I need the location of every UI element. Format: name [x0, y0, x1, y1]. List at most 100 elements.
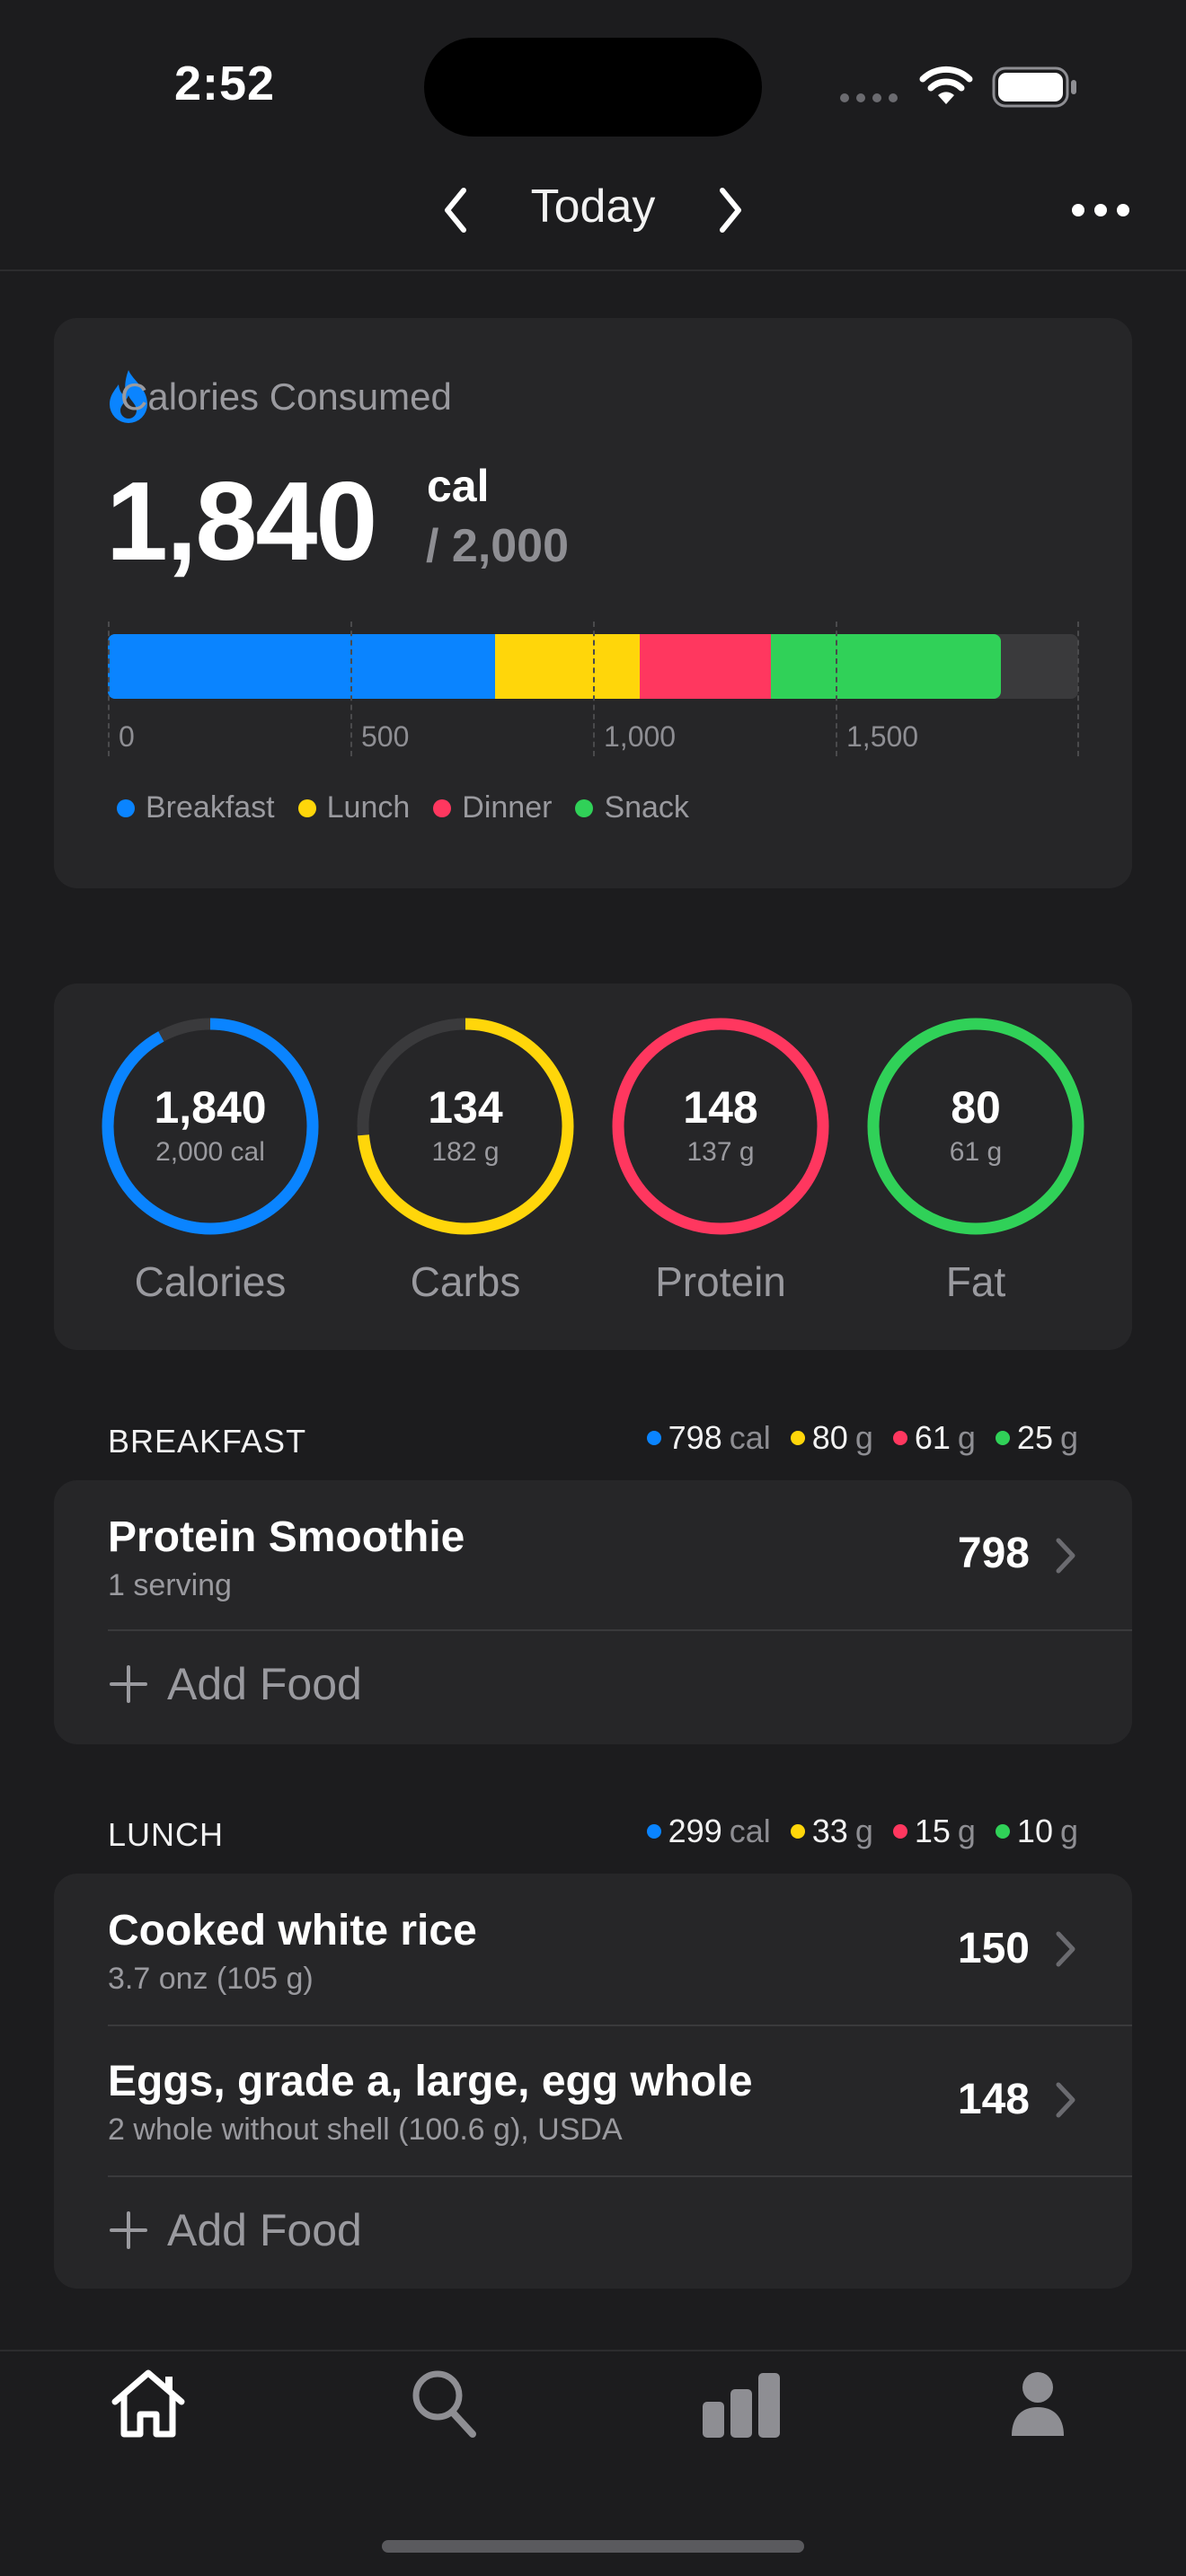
stat-dot [646, 1431, 661, 1445]
legend-label: Snack [604, 790, 689, 825]
legend-item-dinner: Dinner [433, 790, 552, 825]
legend-label: Dinner [462, 790, 553, 825]
stat-dot [892, 1431, 907, 1445]
dynamic-island [424, 38, 762, 137]
legend-dot [297, 798, 316, 817]
stat-unit: g [854, 1813, 873, 1849]
protein-ring[interactable]: 148 137 g [611, 1017, 830, 1236]
ring-goal: 2,000 cal [155, 1137, 265, 1167]
lunch-stats: 299 cal 33 g 15 g 10 g [646, 1813, 1078, 1850]
tick-line [108, 622, 110, 756]
ring-value: 1,840 [154, 1082, 267, 1133]
add-food-label: Add Food [167, 1659, 362, 1709]
stat-value: 798 [668, 1419, 722, 1456]
ring-value: 134 [428, 1082, 503, 1133]
breakfast-section-title: BREAKFAST [108, 1423, 307, 1460]
battery-icon [992, 66, 1076, 108]
calories-card-title: Calories Consumed [120, 375, 452, 418]
stat-dot [646, 1824, 661, 1839]
row-divider [108, 1629, 1132, 1631]
tick-label: 1,000 [604, 720, 677, 753]
stat-dot [995, 1431, 1010, 1445]
meal-legend: Breakfast Lunch Dinner Snack [117, 790, 689, 825]
stat-calories: 798 cal [646, 1419, 771, 1457]
ring-value: 80 [951, 1082, 1001, 1133]
stat-unit: cal [729, 1813, 771, 1849]
tick-label: 500 [361, 720, 410, 753]
legend-label: Lunch [326, 790, 411, 825]
food-calories: 148 [957, 2076, 1030, 2123]
search-icon[interactable] [410, 2368, 478, 2439]
calories-unit: cal [427, 461, 490, 511]
stat-unit: cal [729, 1419, 771, 1456]
stats-icon[interactable] [701, 2371, 782, 2439]
calories-goal: / 2,000 [426, 520, 570, 572]
food-serving: 1 serving [108, 1568, 232, 1602]
stat-value: 80 [811, 1419, 848, 1456]
food-calories: 798 [957, 1530, 1030, 1577]
tick-label: 0 [119, 720, 135, 753]
ring-goal: 61 g [949, 1137, 1003, 1167]
stat-unit: g [957, 1813, 976, 1849]
ring-label-calories: Calories [134, 1258, 287, 1305]
food-row-cooked-white-rice[interactable]: Cooked white rice 3.7 onz (105 g) 150 [54, 1874, 1132, 2025]
page-title: Today [530, 181, 656, 233]
home-icon[interactable] [108, 2368, 189, 2439]
food-row-eggs[interactable]: Eggs, grade a, large, egg whole 2 whole … [54, 2026, 1132, 2175]
stat-value: 15 [914, 1813, 951, 1849]
breakfast-add-food-button[interactable]: Add Food [108, 1658, 362, 1710]
stat-value: 25 [1016, 1419, 1053, 1456]
nav-divider [0, 269, 1186, 271]
ring-goal: 182 g [431, 1137, 500, 1167]
bar-segment-snack [770, 634, 1001, 699]
carbs-ring[interactable]: 134 182 g [356, 1017, 575, 1236]
next-day-button[interactable] [712, 185, 748, 235]
food-row-protein-smoothie[interactable]: Protein Smoothie 1 serving 798 [54, 1480, 1132, 1629]
status-time: 2:52 [173, 57, 276, 110]
stat-carbs: 33 g [790, 1813, 873, 1850]
fat-ring[interactable]: 80 61 g [866, 1017, 1085, 1236]
home-indicator [382, 2540, 804, 2553]
more-options-icon[interactable] [1069, 199, 1132, 221]
chevron-right-icon [1056, 2082, 1075, 2118]
ring-label-fat: Fat [945, 1258, 1006, 1305]
cellular-signal-icon [840, 93, 898, 102]
previous-day-button[interactable] [438, 185, 474, 235]
stat-value: 33 [811, 1813, 848, 1849]
plus-icon [110, 1665, 147, 1703]
tick-label: 1,500 [846, 720, 919, 753]
lunch-add-food-button[interactable]: Add Food [108, 2204, 362, 2256]
tick-line [836, 622, 837, 756]
stat-dot [892, 1824, 907, 1839]
bar-segment-dinner [640, 634, 771, 699]
calories-ring[interactable]: 1,840 2,000 cal [101, 1017, 320, 1236]
lunch-section-title: LUNCH [108, 1816, 225, 1853]
legend-dot [575, 798, 594, 817]
ring-label-carbs: Carbs [410, 1258, 521, 1305]
stat-unit: g [957, 1419, 976, 1456]
legend-dot [433, 798, 452, 817]
tick-line [350, 622, 352, 756]
row-divider [108, 2175, 1132, 2177]
bar-segment-breakfast [108, 634, 495, 699]
stat-carbs: 80 g [790, 1419, 873, 1457]
chevron-right-icon [1056, 1538, 1075, 1574]
stat-fat: 10 g [995, 1813, 1078, 1850]
stat-dot [995, 1824, 1010, 1839]
stat-value: 10 [1016, 1813, 1053, 1849]
food-serving: 3.7 onz (105 g) [108, 1962, 314, 1996]
bar-segment-lunch [494, 634, 641, 699]
calories-consumed-value: 1,840 [106, 460, 377, 584]
ring-goal: 137 g [686, 1137, 755, 1167]
chevron-right-icon [1056, 1931, 1075, 1967]
stat-unit: g [854, 1419, 873, 1456]
plus-icon [110, 2211, 147, 2249]
breakfast-stats: 798 cal 80 g 61 g 25 g [646, 1419, 1078, 1457]
stat-dot [790, 1824, 805, 1839]
ring-label-protein: Protein [655, 1258, 786, 1305]
food-name: Eggs, grade a, large, egg whole [108, 2058, 753, 2105]
tab-bar-divider [0, 2350, 1186, 2351]
wifi-icon [919, 66, 973, 104]
profile-icon[interactable] [1010, 2369, 1066, 2438]
stat-protein: 61 g [892, 1419, 976, 1457]
